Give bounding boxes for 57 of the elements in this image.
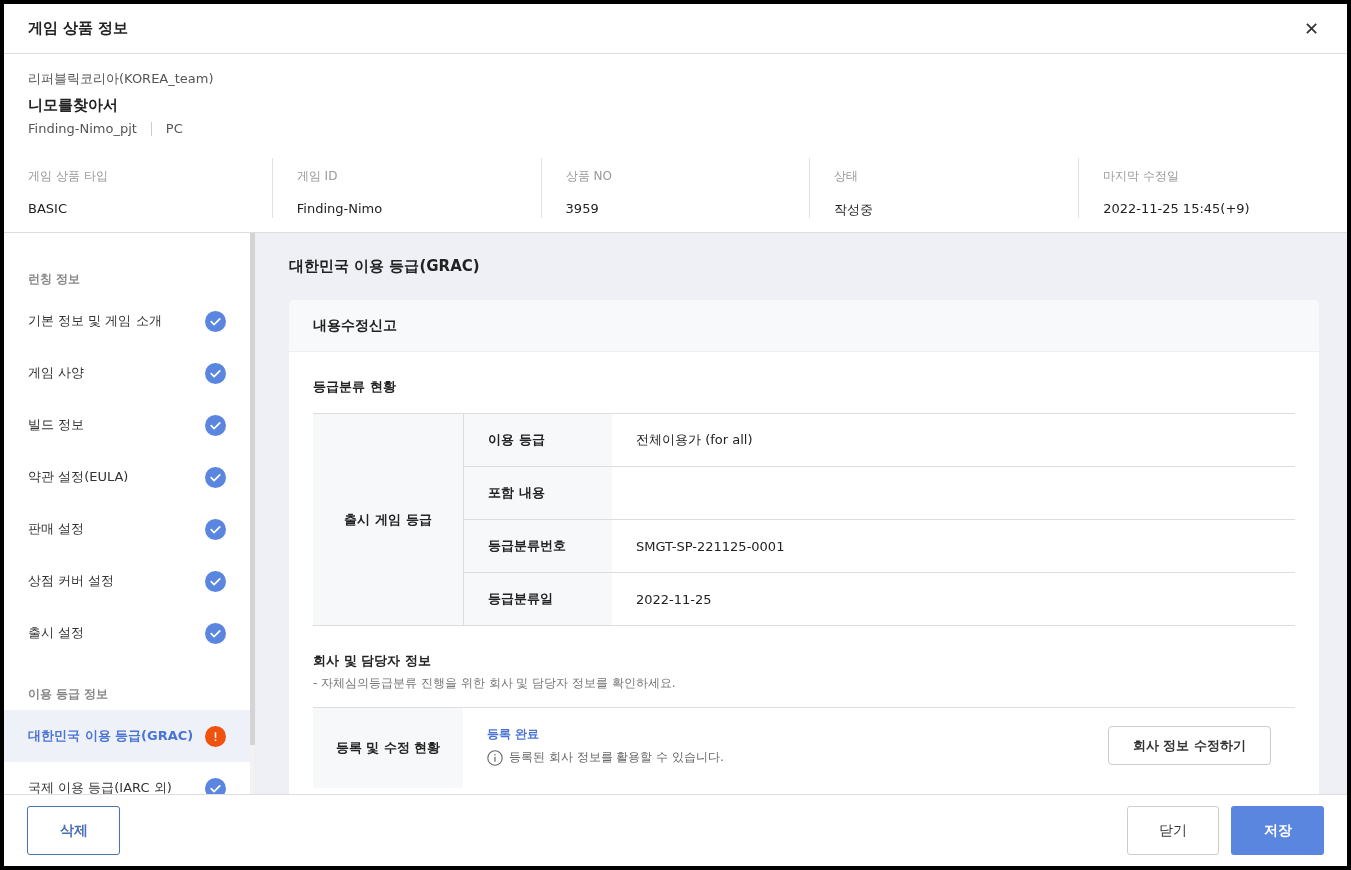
table-header-cell: 등록 및 수정 현황 xyxy=(313,708,463,788)
meta-value: 2022-11-25 15:45(+9) xyxy=(1103,201,1251,216)
check-icon xyxy=(205,518,226,540)
subsection-title: 회사 및 담당자 정보 xyxy=(313,652,432,670)
product-name: 니모를찾아서 xyxy=(28,96,119,115)
check-icon xyxy=(205,570,226,592)
window-title: 게임 상품 정보 xyxy=(28,19,129,38)
sidebar-item[interactable]: 출시 설정 xyxy=(4,607,250,659)
save-button[interactable]: 저장 xyxy=(1231,806,1324,855)
table-header-cell: 출시 게임 등급 xyxy=(313,414,464,625)
table-header-cell: 등급분류번호 xyxy=(464,520,612,572)
meta-value: Finding-Nimo xyxy=(296,201,384,216)
close-button[interactable]: 닫기 xyxy=(1127,806,1219,855)
table-header-cell: 등급분류일 xyxy=(464,573,612,625)
platform-label: PC xyxy=(165,121,183,136)
check-icon xyxy=(205,622,226,644)
sidebar-item[interactable]: 대한민국 이용 등급(GRAC) xyxy=(4,710,250,762)
table-cell: 2022-11-25 xyxy=(636,591,712,607)
sidebar-group-title: 이용 등급 정보 xyxy=(27,686,110,703)
project-name: Finding-Nimo_pjt xyxy=(28,121,137,136)
company-name: 리퍼블릭코리아(KOREA_team) xyxy=(28,70,215,88)
check-icon xyxy=(205,466,226,488)
sidebar-item[interactable]: 약관 설정(EULA) xyxy=(4,451,250,503)
sidebar-item[interactable]: 국제 이용 등급(IARC 외) xyxy=(4,762,250,794)
section-title: 대한민국 이용 등급(GRAC) xyxy=(289,257,481,276)
section-description: - 자체심의등급분류 진행을 위한 회사 및 담당자 정보를 확인하세요. xyxy=(313,675,677,692)
meta-value: 3959 xyxy=(565,201,600,216)
card-title: 내용수정신고 xyxy=(313,316,397,335)
sidebar-item[interactable]: 상점 커버 설정 xyxy=(4,555,250,607)
table-header-cell: 이용 등급 xyxy=(464,414,612,466)
meta-label: 게임 상품 타입 xyxy=(28,168,109,185)
check-icon xyxy=(205,362,226,384)
meta-value: BASIC xyxy=(28,201,68,216)
check-icon xyxy=(205,310,226,332)
meta-label: 게임 ID xyxy=(296,168,339,185)
sidebar-item[interactable]: 판매 설정 xyxy=(4,503,250,555)
table-cell: SMGT-SP-221125-0001 xyxy=(636,538,785,554)
meta-value: 작성중 xyxy=(834,201,875,219)
registration-status: 등록 완료 xyxy=(487,726,541,743)
table-cell: 전체이용가 (for all) xyxy=(636,431,753,449)
close-button[interactable]: ✕ xyxy=(1299,18,1323,39)
info-note: 등록된 회사 정보를 활용할 수 있습니다. xyxy=(509,749,724,766)
meta-label: 상태 xyxy=(834,168,860,185)
sidebar-item[interactable]: 빌드 정보 xyxy=(4,399,250,451)
edit-company-button[interactable]: 회사 정보 수정하기 xyxy=(1107,726,1271,765)
sidebar-group-title: 런칭 정보 xyxy=(27,271,82,288)
delete-button[interactable]: 삭제 xyxy=(27,806,120,855)
sidebar-item[interactable]: 게임 사양 xyxy=(4,347,250,399)
meta-label: 마지막 수정일 xyxy=(1103,168,1180,185)
sidebar-item[interactable]: 기본 정보 및 게임 소개 xyxy=(4,295,250,347)
scrollbar-thumb[interactable] xyxy=(250,233,255,745)
table-header-cell: 포함 내용 xyxy=(464,467,612,519)
alert-icon xyxy=(205,725,226,747)
check-icon xyxy=(205,414,226,436)
subsection-title: 등급분류 현황 xyxy=(313,378,397,396)
meta-label: 상품 NO xyxy=(565,168,613,185)
info-icon xyxy=(487,749,503,766)
